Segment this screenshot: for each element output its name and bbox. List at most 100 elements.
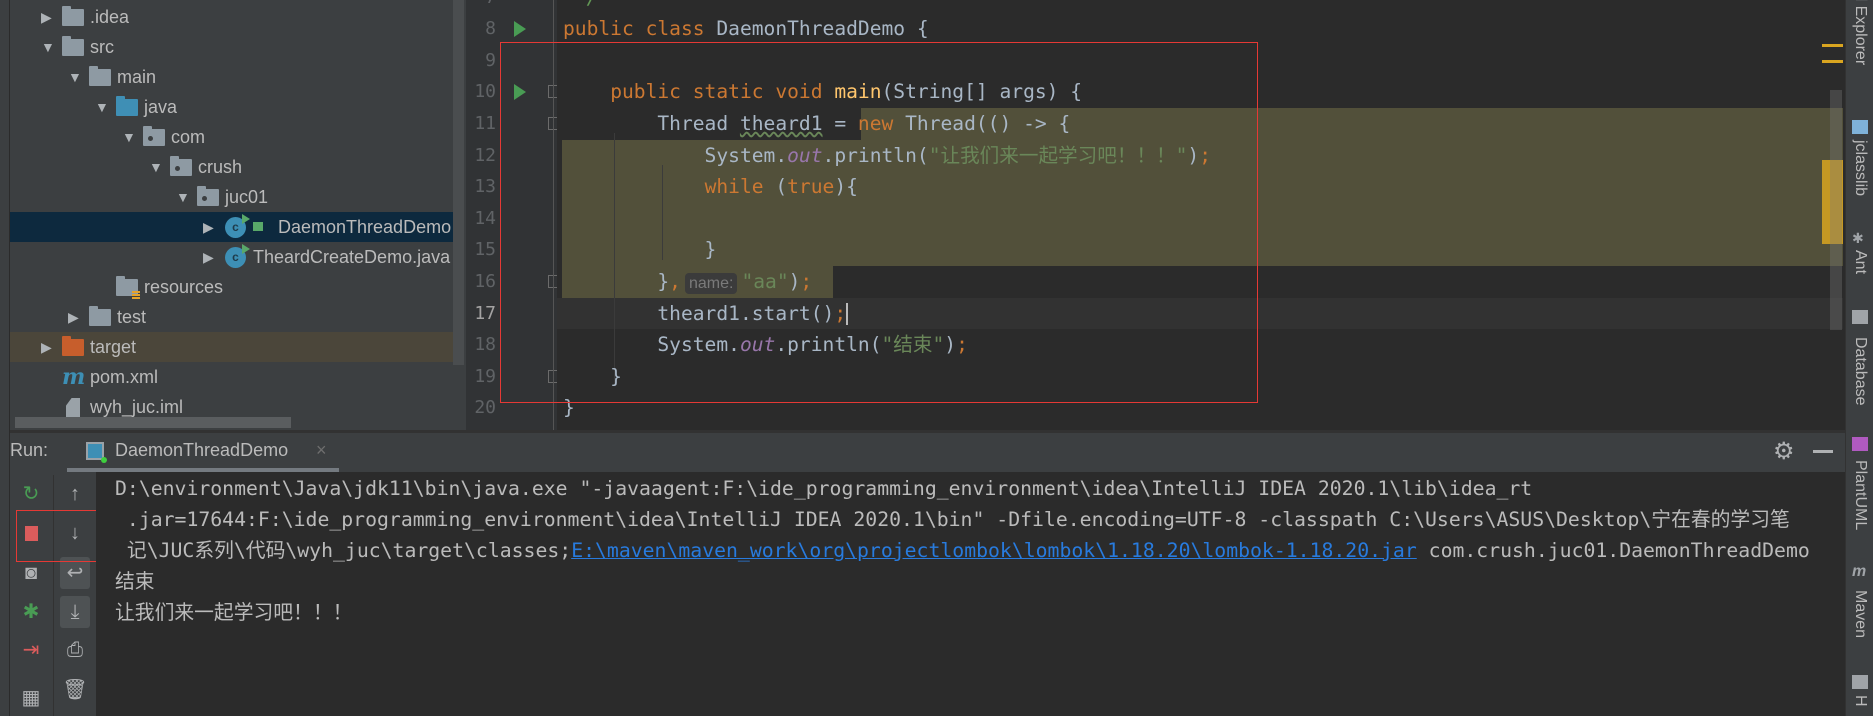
tree-item-label: main xyxy=(117,67,157,87)
tree-item-main[interactable]: ▼ main xyxy=(10,62,455,92)
code-token: public class xyxy=(563,17,717,41)
line-number: 12 xyxy=(474,144,496,166)
line-number: 9 xyxy=(485,49,496,71)
console-line: 记\JUC系列\代码\wyh_juc\target\classes;E:\mav… xyxy=(115,535,1810,566)
database-icon xyxy=(1852,310,1868,324)
console-line: D:\environment\Java\jdk11\bin\java.exe "… xyxy=(115,473,1532,504)
tab-daemon-thread-demo[interactable]: DaemonThreadDemo × xyxy=(67,436,339,472)
tree-item-resources[interactable]: resources xyxy=(10,272,455,302)
minimize-icon[interactable] xyxy=(1813,450,1833,453)
up-arrow-icon[interactable]: ↑ xyxy=(60,478,90,510)
tree-item-label: test xyxy=(117,307,147,327)
project-horizontal-scrollbar[interactable] xyxy=(15,417,291,428)
package-icon xyxy=(170,156,192,176)
code-token: */ xyxy=(563,0,599,9)
close-icon[interactable]: × xyxy=(316,440,327,461)
tree-item-src[interactable]: ▼ src xyxy=(10,32,455,62)
chevron-right-icon[interactable]: ▶ xyxy=(41,332,52,362)
warning-marker[interactable] xyxy=(1822,60,1843,63)
lock-icon xyxy=(253,222,263,231)
tree-item-daemonthreaddemo[interactable]: ▶ c DaemonThreadDemo xyxy=(10,212,455,242)
tree-item-com[interactable]: ▼ com xyxy=(10,122,455,152)
run-icon[interactable] xyxy=(514,21,526,38)
console-text: com.crush.juc01.DaemonThreadDemo xyxy=(1416,539,1810,562)
tree-item-target[interactable]: ▶ target xyxy=(10,332,455,362)
console-text: D:\environment\Java\jdk11\bin\java.exe "… xyxy=(115,477,1533,500)
tree-item-test[interactable]: ▶ test xyxy=(10,302,455,332)
tree-item-theardcreatedemo-java[interactable]: ▶ c TheardCreateDemo.java xyxy=(10,242,455,272)
right-tool-window-bar: Sql Explorer jclasslib ✱ Ant Database PlantUM… xyxy=(1845,0,1873,716)
tree-item-java[interactable]: ▼ java xyxy=(10,92,455,122)
tree-item-label: .idea xyxy=(90,7,130,27)
run-label: Run: xyxy=(10,440,49,460)
tool-window-label: Sql Explorer xyxy=(1852,0,1869,66)
ant-icon: ✱ xyxy=(1852,230,1864,246)
java-class-icon: c xyxy=(225,214,250,238)
tool-window-label: Database xyxy=(1852,337,1869,406)
line-number: 10 xyxy=(474,81,496,103)
classpath-link[interactable]: E:\maven\maven_work\org\projectlombok\lo… xyxy=(571,539,1417,562)
jclasslib-icon xyxy=(1852,120,1868,134)
trash-icon[interactable]: 🗑 xyxy=(60,674,90,706)
print-icon[interactable]: ⎙ xyxy=(60,634,90,666)
debug-icon[interactable]: ✱ xyxy=(16,596,46,628)
tool-window-label: Maven xyxy=(1852,590,1869,639)
source-folder-icon xyxy=(116,96,138,116)
console-line: 结束 xyxy=(115,566,155,597)
chevron-right-icon[interactable]: ▶ xyxy=(41,2,52,32)
tree-item-juc01[interactable]: ▼ juc01 xyxy=(10,182,455,212)
gear-icon[interactable]: ⚙ xyxy=(1773,437,1795,466)
hierarchy-icon xyxy=(1852,675,1868,689)
tool-window-label: PlantUML xyxy=(1852,460,1869,531)
tree-item-label: pom.xml xyxy=(90,367,159,387)
line-number: 7 xyxy=(456,0,496,8)
run-config-icon xyxy=(86,442,107,463)
maven-icon: m xyxy=(62,364,86,390)
chevron-down-icon[interactable]: ▼ xyxy=(68,62,82,92)
chevron-right-icon[interactable]: ▶ xyxy=(203,242,214,272)
plantuml-icon xyxy=(1852,437,1868,451)
chevron-down-icon[interactable]: ▼ xyxy=(176,182,190,212)
code-line: public class DaemonThreadDemo { xyxy=(563,13,929,45)
line-number: 16 xyxy=(474,271,496,292)
console-text: 结束 xyxy=(115,570,155,593)
tree-item-label: com xyxy=(171,127,206,147)
annotation-red-rectangle xyxy=(500,42,1258,403)
tree-item-label: crush xyxy=(198,157,243,177)
console-text: 让我们来一起学习吧！！！ xyxy=(115,601,353,624)
tree-item-label: TheardCreateDemo.java xyxy=(253,247,451,267)
console-line: 让我们来一起学习吧！！！ xyxy=(115,597,352,628)
folder-icon xyxy=(89,66,111,86)
chevron-right-icon[interactable]: ▶ xyxy=(203,212,214,242)
tree-item-label: src xyxy=(90,37,114,57)
rerun-icon[interactable]: ↻ xyxy=(16,478,46,510)
maven-icon: m xyxy=(1852,563,1867,580)
layout-icon[interactable]: ▦ xyxy=(16,682,46,714)
tab-label: DaemonThreadDemo xyxy=(115,440,289,460)
line-number: 14 xyxy=(474,207,496,229)
warning-marker[interactable] xyxy=(1822,44,1843,47)
chevron-down-icon[interactable]: ▼ xyxy=(95,92,109,122)
chevron-down-icon[interactable]: ▼ xyxy=(149,152,163,182)
tree-item-pom-xml[interactable]: m pom.xml xyxy=(10,362,455,392)
scroll-to-end-icon[interactable]: ⤓ xyxy=(60,596,90,628)
tree-item-crush[interactable]: ▼ crush xyxy=(10,152,455,182)
tree-item--idea[interactable]: ▶ .idea xyxy=(10,2,455,32)
folder-icon xyxy=(89,306,111,326)
line-number: 20 xyxy=(474,397,496,419)
console-text: 记\JUC系列\代码\wyh_juc\target\classes; xyxy=(115,539,572,562)
chevron-down-icon[interactable]: ▼ xyxy=(41,32,55,62)
folder-icon xyxy=(62,6,84,26)
project-tree-panel: ▶ .idea ▼ src ▼ main ▼ java ▼ com ▼ crush ▼ juc01 ▶ c Da… xyxy=(10,0,466,431)
editor-vertical-scrollbar[interactable] xyxy=(1830,90,1842,330)
chevron-right-icon[interactable]: ▶ xyxy=(68,302,79,332)
tree-item-label: DaemonThreadDemo xyxy=(278,217,452,237)
console-output[interactable]: D:\environment\Java\jdk11\bin\java.exe "… xyxy=(96,472,1845,716)
tool-window-label: jclasslib xyxy=(1852,140,1869,197)
chevron-down-icon[interactable]: ▼ xyxy=(122,122,136,152)
exit-icon[interactable]: ⇥ xyxy=(16,634,46,666)
line-number: 17 xyxy=(474,302,496,324)
line-number: 13 xyxy=(474,176,496,198)
tree-item-label: java xyxy=(144,97,178,117)
code-token: DaemonThreadDemo { xyxy=(716,17,929,41)
